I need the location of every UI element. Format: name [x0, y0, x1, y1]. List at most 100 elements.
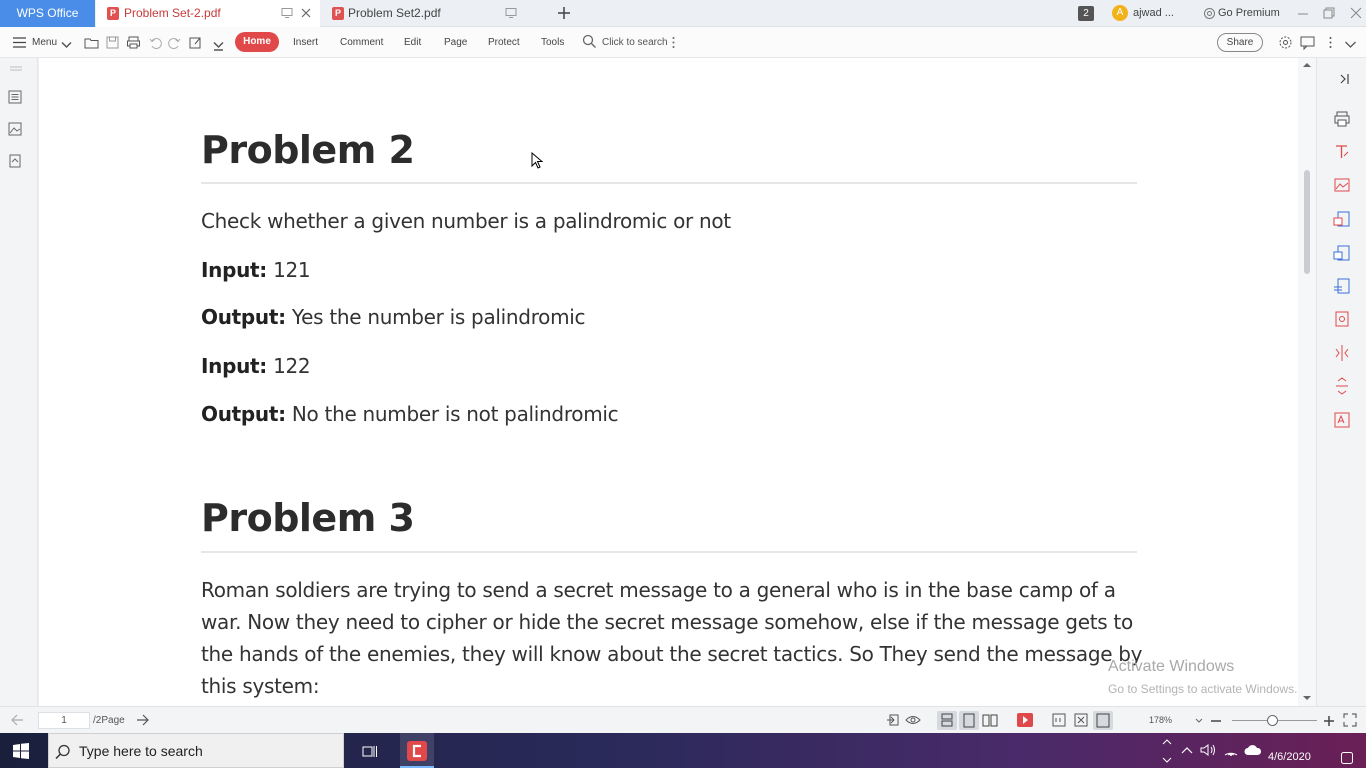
pdf-to-excel-icon[interactable]	[1333, 244, 1351, 262]
close-window-icon[interactable]	[1350, 7, 1362, 19]
pdf-to-image-icon[interactable]	[1333, 310, 1351, 328]
right-sidebar	[1316, 58, 1366, 706]
problem-3-heading: Problem 3	[201, 496, 415, 540]
page-number-input[interactable]: 1	[38, 712, 90, 729]
zoom-level[interactable]: 178%	[1149, 707, 1172, 734]
search-icon	[55, 744, 70, 760]
notification-center-icon[interactable]	[1340, 751, 1354, 765]
taskbar-scroll-icon[interactable]	[1162, 736, 1172, 766]
volume-icon[interactable]	[1200, 743, 1216, 757]
menu-label[interactable]: Menu	[32, 27, 57, 58]
tab-comment[interactable]: Comment	[340, 27, 383, 58]
tab-insert[interactable]: Insert	[293, 27, 318, 58]
zoom-slider-handle[interactable]	[1267, 715, 1278, 726]
problem-3-text: Roman soldiers are trying to send a secr…	[201, 578, 1143, 698]
monitor-icon[interactable]	[505, 7, 517, 19]
overflow-menu-icon[interactable]	[1323, 35, 1338, 50]
hamburger-menu-icon[interactable]	[12, 35, 27, 50]
continuous-view-button[interactable]	[937, 711, 957, 730]
taskbar-wps-app[interactable]	[400, 733, 434, 768]
collapse-panel-icon[interactable]	[1337, 72, 1351, 86]
export-icon[interactable]	[188, 35, 203, 50]
play-slideshow-button[interactable]	[1017, 713, 1033, 727]
exit-icon[interactable]	[886, 713, 900, 727]
redo-icon[interactable]	[167, 35, 182, 50]
attachments-icon[interactable]	[7, 153, 23, 169]
new-tab-plus-icon[interactable]	[557, 6, 571, 20]
tab-tools[interactable]: Tools	[541, 27, 564, 58]
zoom-out-icon[interactable]	[1210, 715, 1222, 727]
compress-icon[interactable]	[1333, 377, 1351, 395]
undo-icon[interactable]	[148, 35, 163, 50]
save-icon[interactable]	[105, 35, 120, 50]
example-line: Input: 122	[201, 354, 311, 378]
scroll-up-arrow-icon[interactable]	[1303, 62, 1311, 68]
scrollbar-thumb[interactable]	[1304, 170, 1310, 274]
zoom-in-icon[interactable]	[1323, 715, 1335, 727]
pdf-to-ppt-icon[interactable]	[1333, 277, 1351, 295]
previous-page-icon[interactable]	[10, 714, 24, 726]
fit-page-icon[interactable]	[1074, 713, 1088, 727]
thumbnails-icon[interactable]	[7, 121, 23, 137]
image-tool-icon[interactable]	[1333, 176, 1351, 194]
collapse-ribbon-icon[interactable]	[1343, 37, 1358, 52]
wifi-icon[interactable]	[1223, 743, 1239, 757]
two-page-icon[interactable]	[982, 713, 998, 728]
zoom-dropdown-icon[interactable]	[1195, 718, 1203, 724]
actual-size-icon[interactable]	[1052, 713, 1066, 727]
heading-divider	[201, 182, 1137, 184]
bookmarks-icon[interactable]	[7, 89, 23, 105]
tab-edit[interactable]: Edit	[404, 27, 421, 58]
example-line: Input: 121	[201, 258, 311, 282]
single-page-button[interactable]	[959, 711, 979, 730]
chevron-down-icon[interactable]	[59, 38, 74, 53]
quick-access-dropdown-icon[interactable]	[211, 38, 226, 53]
monitor-icon[interactable]	[281, 7, 293, 19]
close-tab-icon[interactable]	[300, 7, 312, 19]
user-name[interactable]: ajwad ...	[1133, 0, 1174, 27]
example-line: Output: No the number is not palindromic	[201, 402, 619, 426]
print-icon[interactable]	[1333, 110, 1351, 128]
example-label: Output:	[201, 305, 286, 329]
text-tool-icon[interactable]	[1333, 143, 1351, 161]
tab-label: Problem Set2.pdf	[348, 6, 441, 20]
tab-problem-set2[interactable]: P Problem Set2.pdf	[322, 0, 544, 27]
print-icon[interactable]	[126, 35, 141, 50]
comment-panel-icon[interactable]	[1300, 35, 1315, 50]
go-premium-link[interactable]: Go Premium	[1218, 0, 1280, 27]
settings-gear-icon[interactable]	[1278, 35, 1293, 50]
avatar[interactable]: A	[1112, 5, 1128, 21]
scroll-down-arrow-icon[interactable]	[1303, 695, 1311, 701]
task-view-icon[interactable]	[362, 743, 378, 759]
fullscreen-icon[interactable]	[1343, 713, 1357, 727]
onedrive-cloud-icon[interactable]	[1244, 743, 1262, 757]
translate-icon[interactable]	[1333, 411, 1351, 429]
tab-page[interactable]: Page	[444, 27, 467, 58]
wps-office-tab[interactable]: WPS Office	[0, 0, 95, 27]
fit-width-button[interactable]	[1093, 711, 1113, 730]
windows-start-icon[interactable]	[13, 743, 29, 759]
share-button[interactable]: Share	[1217, 33, 1263, 52]
more-options-icon[interactable]	[666, 35, 681, 50]
vertical-scrollbar[interactable]	[1298, 58, 1316, 706]
heading-divider	[201, 551, 1137, 553]
search-input[interactable]: Click to search	[602, 27, 668, 58]
tab-problem-set-2[interactable]: P Problem Set-2.pdf	[96, 0, 320, 27]
eye-protection-icon[interactable]	[905, 713, 921, 727]
open-folder-icon[interactable]	[84, 35, 99, 50]
next-page-icon[interactable]	[136, 714, 150, 726]
sidebar-grip-icon[interactable]	[9, 66, 23, 72]
example-value: Yes the number is palindromic	[291, 305, 586, 329]
page-total: /2Page	[93, 715, 125, 726]
minimize-icon[interactable]	[1297, 8, 1309, 20]
restore-icon[interactable]	[1323, 7, 1335, 19]
search-icon[interactable]	[582, 34, 597, 49]
taskbar-date[interactable]: 4/6/2020	[1268, 751, 1311, 763]
show-hidden-icons-icon[interactable]	[1181, 745, 1193, 755]
taskbar-search-box[interactable]: Type here to search	[48, 733, 344, 768]
notification-count-badge[interactable]: 2	[1078, 6, 1094, 21]
tab-home[interactable]: Home	[235, 32, 279, 52]
pdf-to-word-icon[interactable]	[1333, 210, 1351, 228]
split-merge-icon[interactable]	[1333, 344, 1351, 362]
tab-protect[interactable]: Protect	[488, 27, 520, 58]
